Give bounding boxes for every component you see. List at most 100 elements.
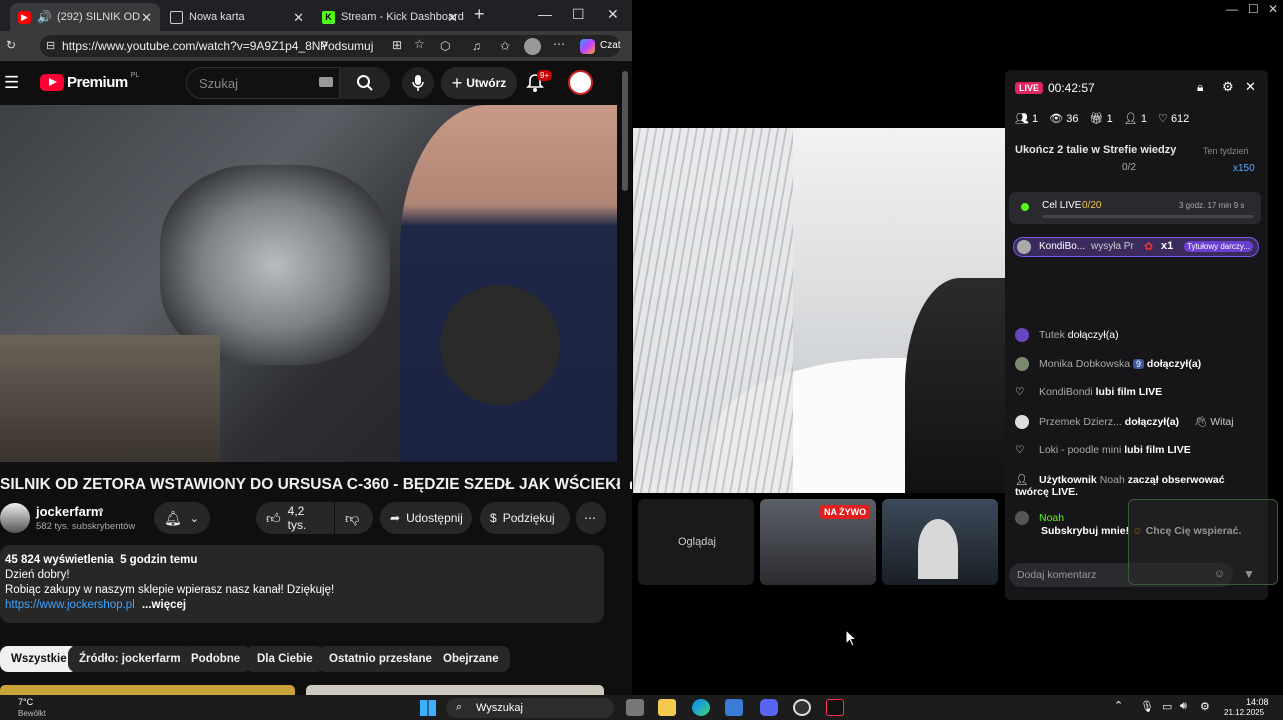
channel-name[interactable]: jockerfarm bbox=[36, 504, 102, 519]
tab-new[interactable]: Nowa karta ✕ bbox=[162, 3, 312, 31]
microphone-icon[interactable]: 🎙︎ bbox=[1140, 700, 1154, 713]
tiktok-icon[interactable] bbox=[826, 699, 844, 716]
music-icon[interactable]: ♫ bbox=[472, 39, 481, 53]
chip-watched[interactable]: Obejrzane bbox=[432, 646, 510, 672]
tab-kick[interactable]: K Stream - Kick Dashboard ✕ bbox=[314, 3, 466, 31]
stat-likes: 612 bbox=[1170, 113, 1190, 125]
tab-youtube[interactable]: ▶ 🔊 (292) SILNIK OD ZETOR ✕ bbox=[10, 3, 160, 31]
thanks-icon: $ bbox=[490, 511, 497, 525]
discord-icon[interactable] bbox=[760, 699, 778, 716]
store-icon[interactable] bbox=[725, 699, 743, 716]
close-window-icon[interactable]: ✕ bbox=[607, 6, 619, 23]
weather-temp[interactable]: 7°C bbox=[18, 697, 33, 707]
maximize-icon[interactable]: ☐ bbox=[1248, 2, 1259, 16]
overlay-thumbnail[interactable] bbox=[1128, 499, 1278, 585]
chip-recent[interactable]: Ostatnio przesłane bbox=[318, 646, 443, 672]
heart-icon: ♡ bbox=[1015, 444, 1025, 456]
account-avatar[interactable] bbox=[568, 70, 593, 95]
settings-gear-icon[interactable]: ⚙ bbox=[1222, 79, 1234, 95]
notification-badge: 9+ bbox=[537, 70, 553, 81]
clock-date[interactable]: 21.12.2025 bbox=[1224, 708, 1264, 717]
chevron-up-icon[interactable]: ⌃ bbox=[1114, 699, 1123, 712]
summarize-button[interactable]: Podsumuj bbox=[320, 39, 373, 53]
obs-icon[interactable] bbox=[793, 699, 811, 716]
next-video-thumbnail[interactable] bbox=[306, 685, 604, 695]
close-overlay-icon[interactable]: ✕ bbox=[1245, 79, 1256, 95]
goal-progress-bar bbox=[1042, 215, 1254, 218]
tab-kick-label: Stream - Kick Dashboard bbox=[341, 11, 464, 23]
new-tab-icon[interactable]: + bbox=[474, 4, 485, 25]
create-button[interactable]: + Utwórz bbox=[441, 67, 517, 99]
video-player[interactable] bbox=[0, 105, 617, 462]
minimize-icon[interactable]: — bbox=[538, 6, 552, 22]
scrollbar-thumb[interactable] bbox=[622, 71, 628, 191]
shop-link[interactable]: https://www.jockershop.pl bbox=[5, 599, 135, 611]
search-button[interactable] bbox=[340, 67, 390, 99]
speaker-icon[interactable]: 🔊 bbox=[37, 10, 52, 24]
chat-user: Loki - poodle mini bbox=[1039, 444, 1122, 456]
network-icon[interactable]: ⚙ bbox=[1200, 700, 1210, 713]
favorite-star-icon[interactable]: ☆ bbox=[414, 37, 425, 51]
subscribe-bell-button[interactable]: 🔔︎ ⌄ bbox=[154, 502, 210, 534]
site-info-icon[interactable]: ⊟ bbox=[46, 39, 55, 52]
edge-browser-icon[interactable] bbox=[692, 699, 710, 716]
close-tab-icon[interactable]: ✕ bbox=[141, 10, 152, 26]
tab-youtube-label: (292) SILNIK OD ZETOR bbox=[56, 11, 143, 23]
chip-for-you[interactable]: Dla Ciebie bbox=[246, 646, 324, 672]
extension-icon[interactable]: ⊞ bbox=[392, 38, 402, 52]
chat-message: ♡ KondiBondi lubi film LIVE bbox=[1015, 386, 1162, 398]
minimize-icon[interactable]: — bbox=[1226, 2, 1238, 16]
lock-icon[interactable]: 🔒︎ bbox=[1197, 80, 1203, 95]
taskbar-search[interactable]: ⌕ Wyszukaj bbox=[446, 698, 614, 718]
video-frame-tire bbox=[440, 285, 560, 405]
wave-button[interactable]: 👋︎ Witaj bbox=[1194, 416, 1234, 428]
task-view-icon[interactable] bbox=[626, 699, 644, 716]
mouse-cursor-icon bbox=[845, 629, 857, 647]
share-label: Udostępnij bbox=[406, 511, 463, 525]
display-icon[interactable]: ▭ bbox=[1162, 700, 1172, 713]
more-menu-icon[interactable]: ⋯ bbox=[553, 37, 565, 51]
vertical-scrollbar[interactable] bbox=[620, 61, 630, 695]
cam-thumbnail[interactable] bbox=[882, 499, 998, 585]
voice-search-button[interactable] bbox=[402, 67, 434, 99]
chat-badge: 9 bbox=[1132, 358, 1144, 369]
watch-thumbnail[interactable]: Oglądaj bbox=[638, 499, 754, 585]
channel-avatar[interactable] bbox=[0, 503, 30, 533]
taskbar-search-label: Wyszukaj bbox=[476, 702, 523, 714]
more-actions-button[interactable]: ⋯ bbox=[576, 502, 606, 534]
hamburger-menu-icon[interactable]: ☰ bbox=[4, 73, 19, 93]
start-windows-icon[interactable] bbox=[420, 700, 436, 716]
profile-icon[interactable] bbox=[524, 38, 541, 55]
chip-source[interactable]: Źródło: jockerfarm bbox=[68, 646, 192, 672]
close-window-icon[interactable]: ✕ bbox=[1268, 2, 1278, 16]
thanks-button[interactable]: $ Podziękuj bbox=[480, 502, 570, 534]
dislike-button[interactable]: 👎︎ bbox=[335, 502, 373, 534]
search-input[interactable]: Szukaj bbox=[186, 67, 340, 99]
live-thumbnail[interactable]: NA ŻYWO bbox=[760, 499, 876, 585]
like-button[interactable]: 👍︎ 4,2 tys. bbox=[256, 502, 334, 534]
share-button[interactable]: ➦ Udostępnij bbox=[380, 502, 472, 534]
filter-chips: Wszystkie Źródło: jockerfarm Podobne Dla… bbox=[0, 646, 617, 672]
cam-person bbox=[918, 519, 958, 579]
copilot-icon[interactable] bbox=[580, 39, 595, 54]
close-tab-icon[interactable]: ✕ bbox=[447, 10, 458, 26]
maximize-icon[interactable]: ☐ bbox=[572, 6, 585, 23]
keyboard-icon[interactable] bbox=[319, 77, 333, 87]
more-link[interactable]: ...więcej bbox=[142, 599, 186, 611]
close-tab-icon[interactable]: ✕ bbox=[293, 10, 304, 26]
next-video-thumbnail[interactable] bbox=[0, 685, 295, 695]
reload-icon[interactable]: ↻ bbox=[6, 38, 16, 52]
chip-all[interactable]: Wszystkie bbox=[0, 646, 78, 672]
chip-related[interactable]: Podobne bbox=[180, 646, 252, 672]
stats-row: 👥︎ 1 👁︎ 36 🎁︎ 1 👤︎ 1 ♡ 612 bbox=[1015, 112, 1189, 125]
clock-time[interactable]: 14:08 bbox=[1246, 697, 1269, 707]
description-box[interactable]: 45 824 wyświetlenia 5 godzin temu Dzień … bbox=[0, 545, 604, 623]
description-meta: 45 824 wyświetlenia 5 godzin temu bbox=[5, 553, 599, 568]
copilot-label[interactable]: Czat bbox=[600, 40, 621, 51]
puzzle-icon[interactable]: ⬡ bbox=[440, 39, 450, 53]
youtube-logo[interactable]: Premium PL bbox=[40, 72, 139, 91]
file-explorer-icon[interactable] bbox=[658, 699, 676, 716]
volume-icon[interactable]: 🔊︎ bbox=[1180, 700, 1187, 713]
gift-multiplier: x1 bbox=[1161, 240, 1174, 252]
favorites-icon[interactable]: ✩ bbox=[500, 39, 510, 53]
